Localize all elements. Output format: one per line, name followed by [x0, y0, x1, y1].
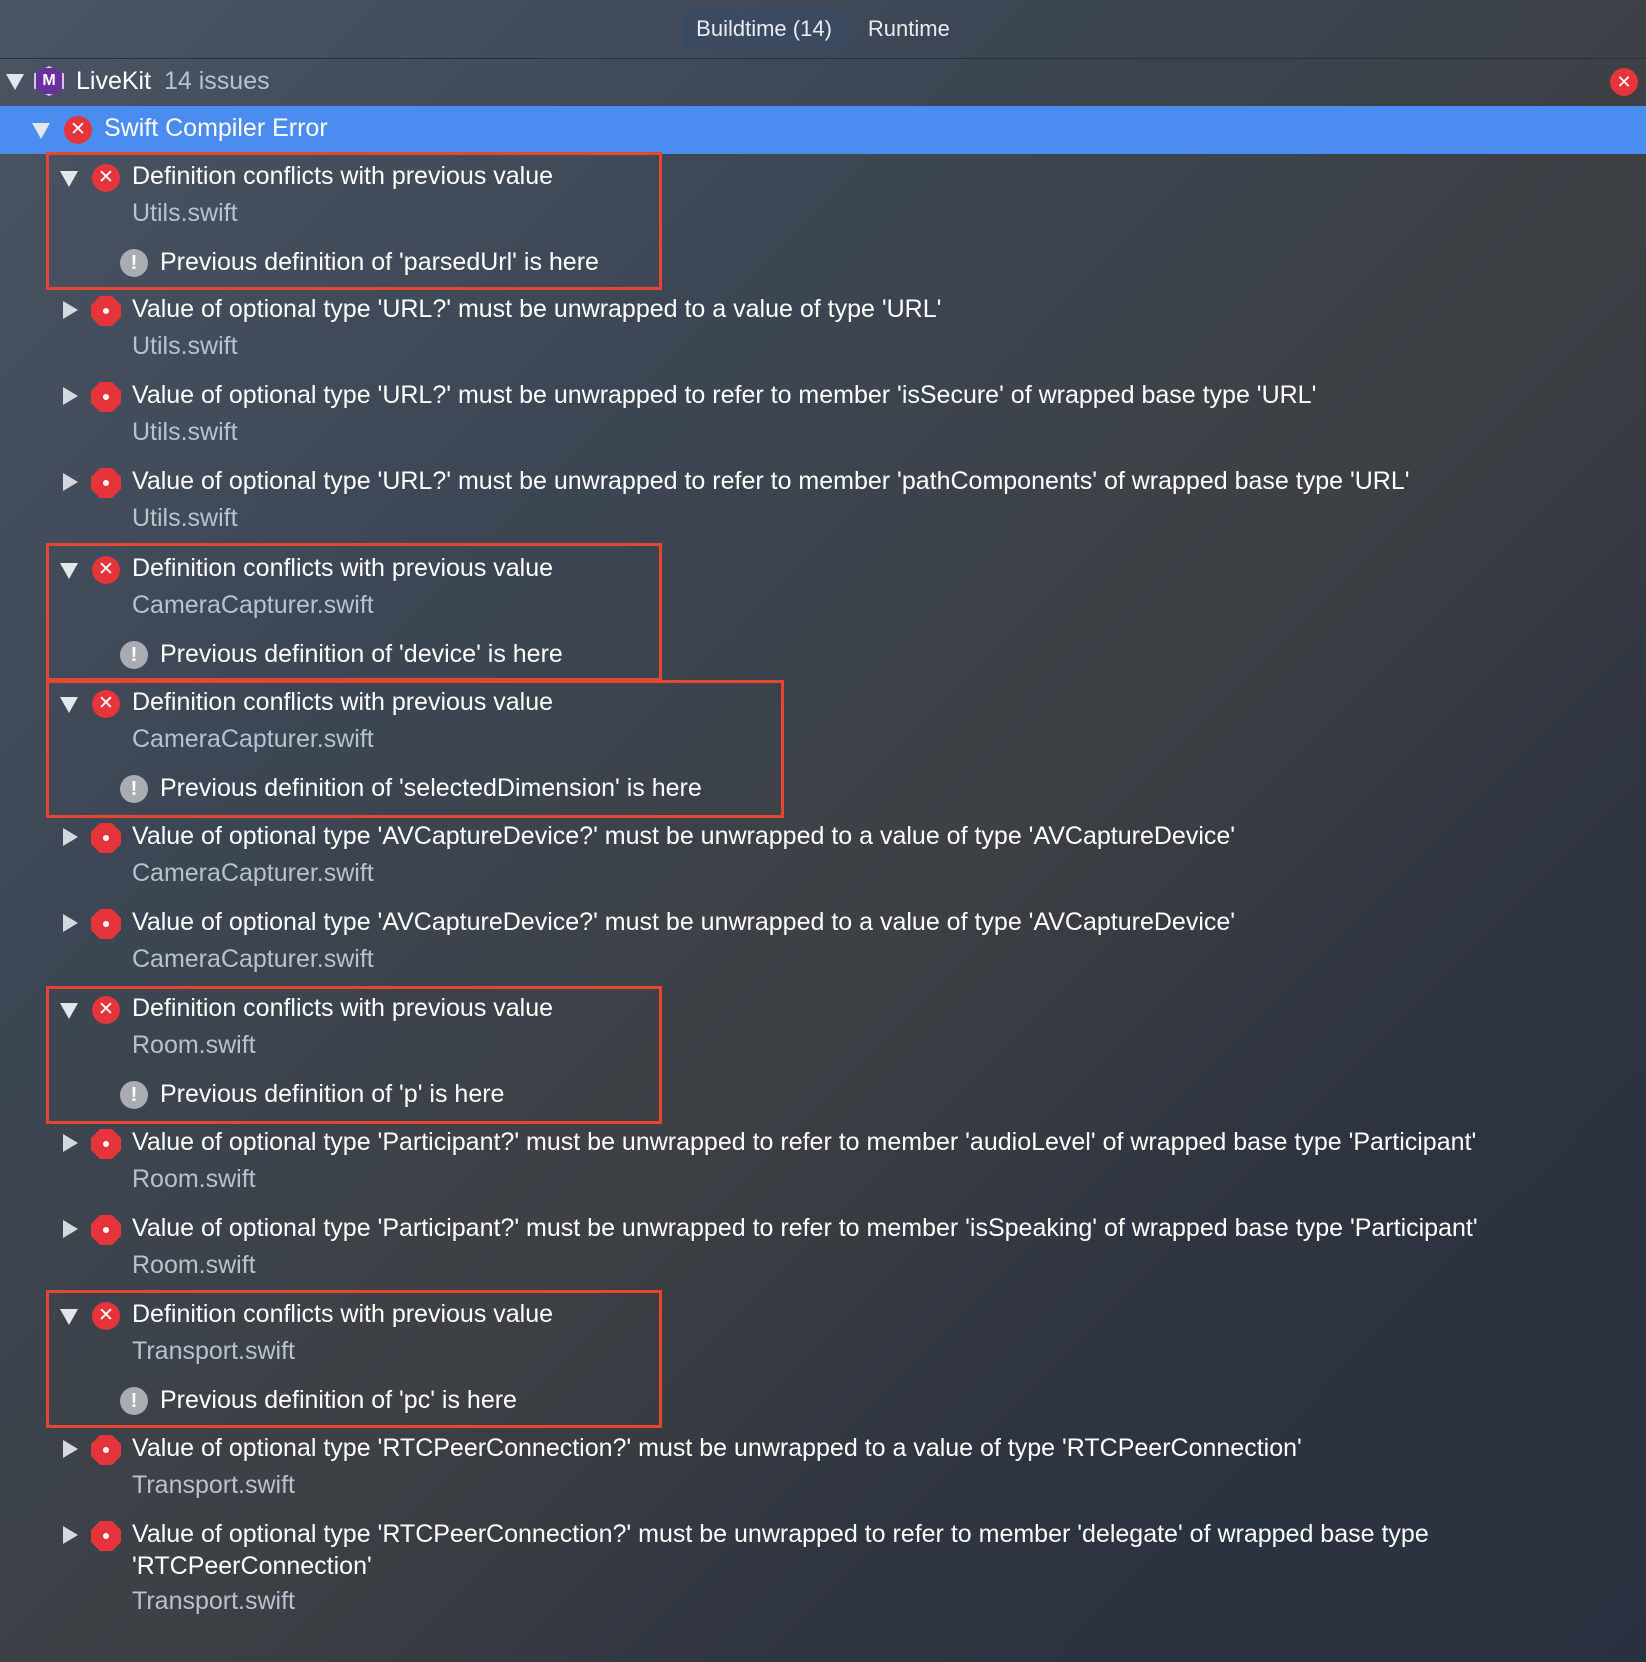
project-name: LiveKit [76, 67, 152, 95]
issue-file: Utils.swift [132, 504, 238, 532]
issue-message: Value of optional type 'URL?' must be un… [132, 295, 942, 323]
issue-message: Value of optional type 'AVCaptureDevice?… [132, 822, 1236, 850]
disclosure-triangle-collapsed-icon[interactable] [63, 473, 78, 491]
disclosure-triangle-collapsed-icon[interactable] [63, 914, 78, 932]
issue-message-continued: 'RTCPeerConnection' [132, 1552, 372, 1580]
error-octagon-icon [91, 1435, 121, 1465]
issue-file: CameraCapturer.swift [132, 945, 374, 973]
issue-file: Transport.swift [132, 1587, 296, 1615]
issue-message: Value of optional type 'Participant?' mu… [132, 1214, 1478, 1242]
disclosure-triangle-collapsed-icon[interactable] [63, 828, 78, 846]
issue-file: CameraCapturer.swift [132, 859, 374, 887]
issue-message: Value of optional type 'URL?' must be un… [132, 467, 1410, 495]
issue-message: Value of optional type 'URL?' must be un… [132, 381, 1317, 409]
error-octagon-icon [91, 382, 121, 412]
disclosure-triangle-collapsed-icon[interactable] [63, 1526, 78, 1544]
close-icon[interactable]: ✕ [1610, 68, 1638, 96]
highlight-box [46, 543, 662, 681]
error-octagon-icon [91, 1215, 121, 1245]
highlight-box [46, 680, 784, 818]
issue-message: Value of optional type 'AVCaptureDevice?… [132, 908, 1236, 936]
disclosure-triangle-collapsed-icon[interactable] [63, 1440, 78, 1458]
group-title: Swift Compiler Error [104, 114, 328, 142]
highlight-box [46, 986, 662, 1124]
issue-message: Value of optional type 'RTCPeerConnectio… [132, 1434, 1302, 1462]
issue-file: Utils.swift [132, 332, 238, 360]
disclosure-triangle-collapsed-icon[interactable] [63, 1220, 78, 1238]
highlight-box [46, 1290, 662, 1428]
error-octagon-icon [91, 468, 121, 498]
tab-buildtime[interactable]: Buildtime (14) [682, 10, 846, 48]
error-octagon-icon [91, 296, 121, 326]
error-x-icon: ✕ [64, 116, 92, 144]
error-octagon-icon [91, 909, 121, 939]
disclosure-triangle-collapsed-icon[interactable] [63, 1134, 78, 1152]
disclosure-triangle-collapsed-icon[interactable] [63, 387, 78, 405]
issue-count: 14 issues [164, 67, 270, 95]
issue-file: Room.swift [132, 1251, 256, 1279]
issue-filter-bar: Buildtime (14) Runtime [0, 0, 1646, 59]
issue-file: Utils.swift [132, 418, 238, 446]
disclosure-triangle-expanded-icon[interactable] [32, 123, 50, 139]
error-octagon-icon [91, 1129, 121, 1159]
tab-runtime[interactable]: Runtime [854, 10, 964, 48]
issue-message: Value of optional type 'Participant?' mu… [132, 1128, 1477, 1156]
disclosure-triangle-expanded-icon[interactable] [6, 74, 24, 90]
error-octagon-icon [91, 823, 121, 853]
issue-message: Value of optional type 'RTCPeerConnectio… [132, 1520, 1429, 1548]
disclosure-triangle-collapsed-icon[interactable] [63, 301, 78, 319]
issue-file: Room.swift [132, 1165, 256, 1193]
issue-file: Transport.swift [132, 1471, 296, 1499]
error-octagon-icon [91, 1521, 121, 1551]
highlight-box [46, 152, 662, 290]
